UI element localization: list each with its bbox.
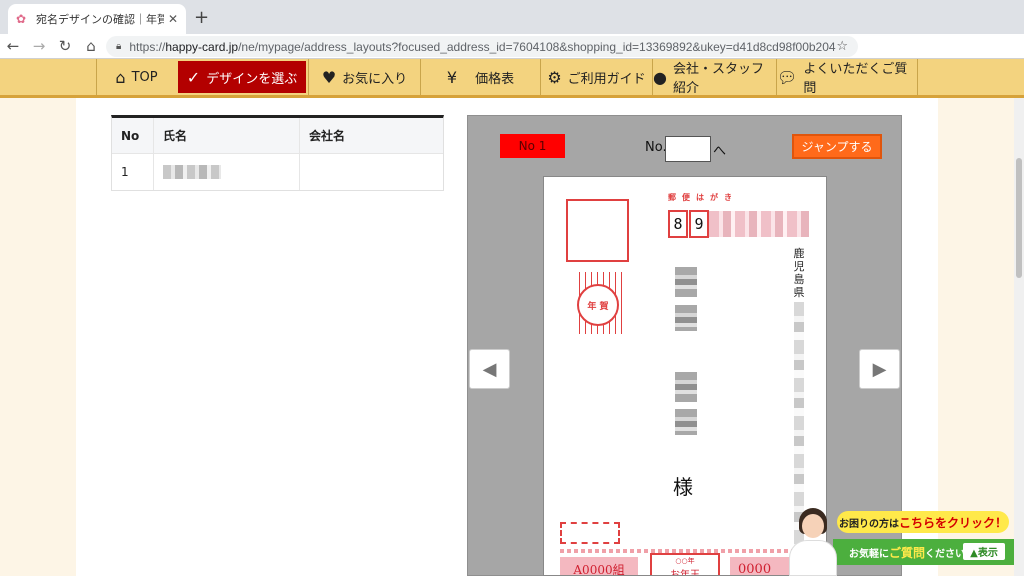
nav-company-staff[interactable]: ● 会社・スタッフ紹介	[652, 59, 776, 96]
help-show-button[interactable]: ▲表示	[963, 543, 1005, 560]
redacted-zip	[709, 211, 809, 237]
nav-choose-design[interactable]: ✓ デザインを選ぶ	[176, 59, 308, 95]
help-chat-widget[interactable]: お困りの方は こちらをクリック！ お気軽に ご質問 ください ▲表示	[785, 500, 1024, 576]
bookmark-star-icon[interactable]: ☆	[836, 39, 848, 54]
lottery-center-box: ○○年 お年玉	[650, 553, 720, 576]
number-jump-suffix: へ	[713, 144, 727, 159]
home-button-icon[interactable]: ⌂	[78, 37, 104, 55]
browser-tab-strip: ✿ 宛名デザインの確認｜年賀状印刷 ✕ +	[0, 0, 1024, 34]
header-name: 氏名	[154, 118, 300, 153]
gear-icon: ⚙	[547, 67, 562, 87]
number-jump-input[interactable]	[665, 136, 711, 162]
next-card-button[interactable]: ▶	[859, 349, 900, 389]
site-navigation: ⌂ TOP ✓ デザインを選ぶ ♥ お気に入り ¥ 価格表 ⚙ ご利用ガイド ●…	[0, 59, 1024, 98]
redacted-name-part	[675, 409, 697, 435]
scrollbar-thumb[interactable]	[1016, 158, 1022, 278]
header-no: No	[112, 118, 154, 153]
tab-title: 宛名デザインの確認｜年賀状印刷	[36, 13, 164, 26]
jump-button[interactable]: ジャンプする	[792, 134, 882, 159]
prev-card-button[interactable]: ◀	[469, 349, 510, 389]
left-triangle-icon: ◀	[482, 358, 497, 380]
new-tab-button[interactable]: +	[194, 7, 209, 28]
support-staff-avatar	[785, 504, 841, 576]
tab-close-icon[interactable]: ✕	[168, 12, 178, 26]
redacted-name	[163, 165, 221, 179]
row-company	[300, 154, 443, 190]
forward-arrow-icon[interactable]: →	[26, 37, 52, 55]
home-icon: ⌂	[115, 67, 126, 87]
row-name	[154, 154, 300, 190]
table-header-row: No 氏名 会社名	[112, 118, 443, 154]
browser-tab[interactable]: ✿ 宛名デザインの確認｜年賀状印刷 ✕	[8, 4, 186, 34]
lock-icon: 🔒︎	[116, 41, 122, 52]
person-icon: ●	[653, 67, 667, 87]
row-no: 1	[112, 154, 154, 190]
yen-icon: ¥	[446, 67, 458, 87]
heart-icon: ♥	[321, 67, 337, 87]
lottery-dashed-box	[560, 522, 620, 544]
right-triangle-icon: ▶	[872, 358, 887, 380]
postmark-circle: 年 賀	[577, 284, 619, 326]
url-text: https://happy-card.jp/ne/mypage/address_…	[129, 39, 837, 54]
redacted-name-part	[675, 305, 697, 331]
nav-price-list[interactable]: ¥ 価格表	[420, 59, 540, 95]
new-year-postmark: 年 賀	[571, 272, 633, 334]
table-row[interactable]: 1	[112, 154, 443, 190]
reload-icon[interactable]: ↻	[52, 37, 78, 55]
nav-favorites[interactable]: ♥ お気に入り	[308, 59, 420, 95]
zip-digit-2: 9	[689, 210, 709, 238]
honorific: 様	[673, 475, 693, 499]
nav-usage-guide[interactable]: ⚙ ご利用ガイド	[540, 59, 652, 95]
address-table: No 氏名 会社名 1	[111, 115, 444, 191]
header-company: 会社名	[300, 118, 443, 153]
nav-top[interactable]: ⌂ TOP	[96, 59, 176, 95]
browser-toolbar: ← → ↻ ⌂ 🔒︎ https://happy-card.jp/ne/mypa…	[0, 34, 1024, 87]
stamp-box	[566, 199, 629, 262]
lottery-year: ○○年	[675, 556, 695, 565]
postcard-label: 郵便はがき	[668, 193, 738, 202]
lottery-number: A0000組	[560, 557, 638, 575]
back-arrow-icon[interactable]: ←	[0, 37, 26, 55]
lottery-title: お年玉	[670, 569, 700, 576]
check-circle-icon: ✓	[186, 67, 201, 87]
nav-faq[interactable]: 💬︎ よくいただくご質問	[776, 59, 918, 96]
page-scrollbar[interactable]	[1014, 98, 1024, 576]
address-bar[interactable]: 🔒︎ https://happy-card.jp/ne/mypage/addre…	[106, 36, 858, 57]
chat-icon: 💬︎	[777, 67, 798, 87]
flower-favicon-icon: ✿	[16, 12, 27, 26]
current-number-badge: No 1	[500, 134, 565, 158]
prefecture-text: 鹿児島県	[793, 247, 805, 299]
number-jump-label: No.	[645, 140, 667, 155]
help-click-bubble[interactable]: お困りの方は こちらをクリック！	[837, 511, 1009, 533]
redacted-name-part	[675, 372, 697, 402]
zip-digit-1: 8	[668, 210, 688, 238]
redacted-name-part	[675, 267, 697, 297]
